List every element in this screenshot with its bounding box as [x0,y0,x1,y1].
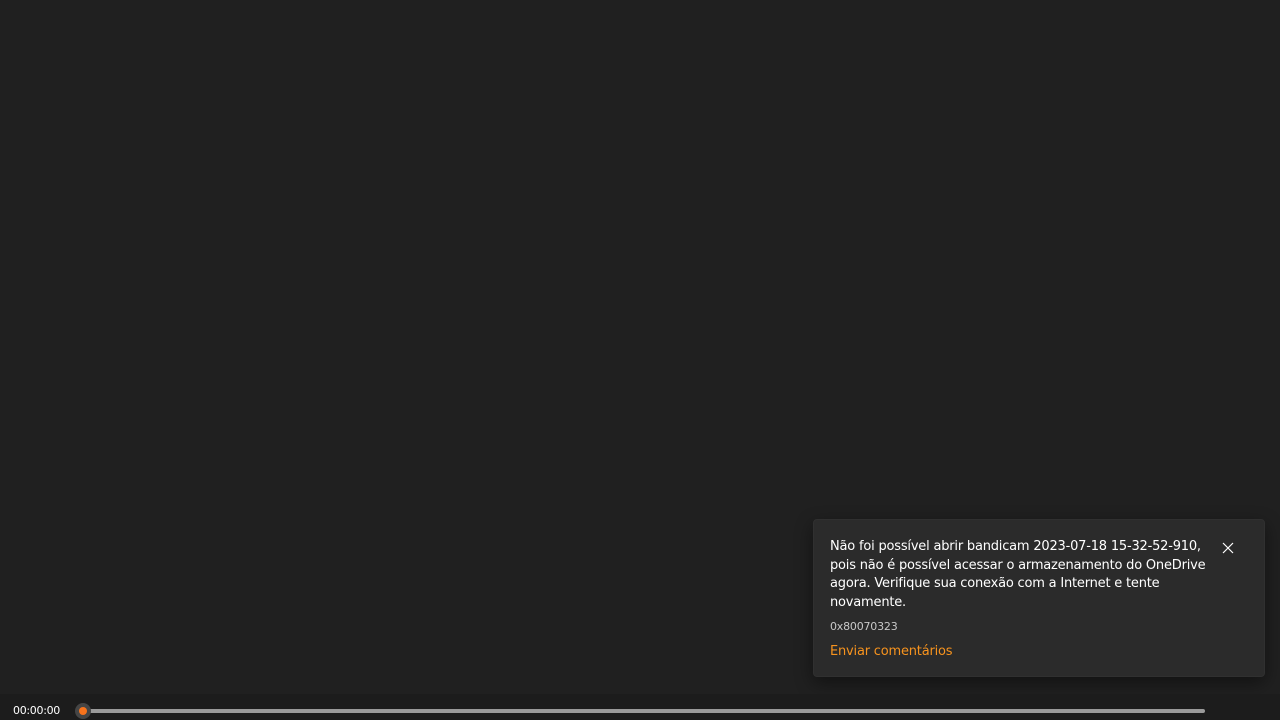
send-feedback-link[interactable]: Enviar comentários [830,644,953,660]
error-message: Não foi possível abrir bandicam 2023-07-… [830,539,1206,610]
media-player-window: Não foi possível abrir bandicam 2023-07-… [0,0,1280,720]
close-button[interactable] [1216,536,1240,560]
seek-bar[interactable] [75,703,1205,719]
close-icon [1222,542,1234,554]
error-code: 0x80070323 [830,620,898,633]
seek-thumb[interactable] [75,703,91,719]
error-notification: Não foi possível abrir bandicam 2023-07-… [813,519,1265,677]
playback-controls: 00:00:00 [0,694,1280,720]
current-time: 00:00:00 [13,704,61,717]
